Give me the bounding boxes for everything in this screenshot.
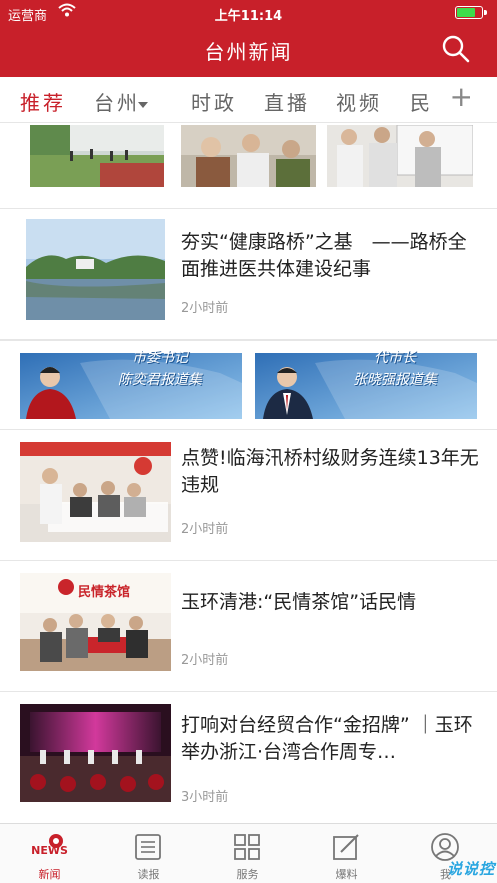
news-time: 2小时前 [181, 522, 229, 537]
news-thumbnail[interactable] [26, 219, 165, 320]
banner-line2: 张晓强报道集 [353, 372, 437, 388]
tab-taizhou[interactable]: 台州 [94, 87, 148, 116]
clock: 上午11:14 [214, 9, 283, 24]
banner-line1: 市委书记 [132, 350, 188, 366]
nav-report[interactable]: 爆料 [297, 824, 396, 883]
news-title[interactable]: 玉环清港:“民情茶馆”话民情 [181, 589, 483, 616]
nav-services[interactable]: 服务 [198, 824, 297, 883]
category-tabs: 推荐 台州 时政 直播 视频 民 + [0, 77, 497, 123]
tab-live[interactable]: 直播 [264, 87, 310, 116]
status-bar: 运营商 上午11:14 [0, 0, 497, 26]
banner-line2: 陈奕君报道集 [118, 372, 202, 388]
search-icon[interactable] [441, 34, 471, 64]
grid-icon [234, 834, 260, 860]
tab-min[interactable]: 民 [410, 87, 433, 116]
tab-politics[interactable]: 时政 [191, 87, 237, 116]
news-title[interactable]: 点赞!临海汛桥村级财务连续13年无违规 [181, 445, 483, 499]
photo-meeting[interactable] [181, 125, 316, 187]
watermark: 说说控 [446, 860, 495, 878]
news-item[interactable]: 点赞!临海汛桥村级财务连续13年无违规 2小时前 [0, 430, 497, 561]
add-tab-icon[interactable]: + [450, 83, 473, 111]
nav-label: 爆料 [335, 868, 358, 881]
nav-news[interactable]: NEWS 新闻 [0, 824, 99, 883]
photo-strip[interactable] [0, 123, 497, 209]
news-title[interactable]: 打响对台经贸合作“金招牌” ｜玉环举办浙江·台湾合作周专… [181, 712, 483, 766]
newspaper-icon [135, 834, 161, 860]
chevron-down-icon [138, 101, 148, 108]
news-thumbnail[interactable] [20, 704, 171, 802]
nav-label: 服务 [236, 868, 259, 881]
bottom-nav: NEWS 新闻 读报 服务 爆料 我 [0, 823, 497, 883]
news-item[interactable]: 民情茶馆 玉环清港:“民情茶馆”话民情 2小时前 [0, 561, 497, 692]
news-time: 3小时前 [181, 790, 229, 805]
photo-board[interactable] [327, 125, 473, 187]
nav-label: 读报 [137, 868, 160, 881]
page-title: 台州新闻 [204, 40, 293, 64]
nav-label: 新闻 [38, 868, 61, 881]
news-feed[interactable]: 夯实“健康路桥”之基 ——路桥全面推进医共体建设纪事 2小时前 市委书记 陈奕君… [0, 123, 497, 823]
nav-newspaper[interactable]: 读报 [99, 824, 198, 883]
news-item[interactable]: 夯实“健康路桥”之基 ——路桥全面推进医共体建设纪事 2小时前 [0, 209, 497, 340]
news-title[interactable]: 夯实“健康路桥”之基 ——路桥全面推进医共体建设纪事 [181, 229, 483, 283]
edit-icon [333, 834, 359, 860]
news-icon-text: NEWS [31, 844, 68, 857]
news-item[interactable]: 打响对台经贸合作“金招牌” ｜玉环举办浙江·台湾合作周专… 3小时前 [0, 692, 497, 823]
banner-line1: 代市长 [374, 350, 416, 366]
leader-banners: 市委书记 陈奕君报道集 代市长 张晓强报道集 [0, 340, 497, 430]
photo-sports-field[interactable] [30, 125, 164, 187]
thumbnail-sign: 民情茶馆 [78, 585, 131, 600]
app-header: 运营商 上午11:14 台州新闻 [0, 0, 497, 77]
news-time: 2小时前 [181, 301, 229, 316]
battery-icon [455, 6, 487, 19]
tab-recommend[interactable]: 推荐 [20, 87, 66, 116]
news-thumbnail[interactable] [20, 442, 171, 542]
news-time: 2小时前 [181, 653, 229, 668]
tab-video[interactable]: 视频 [336, 87, 382, 116]
